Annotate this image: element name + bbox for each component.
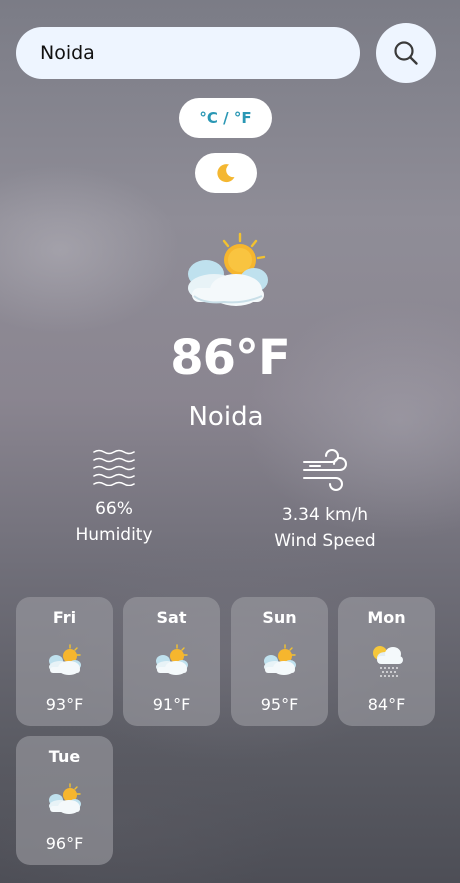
- humidity-label: Humidity: [75, 525, 153, 545]
- wind-value: 3.34 km/h: [281, 505, 369, 525]
- forecast-day: Mon: [367, 608, 406, 627]
- forecast-card-sat: Sat 91°F: [123, 597, 220, 726]
- city-search-input[interactable]: [16, 27, 360, 79]
- forecast-card-mon: Mon 84°F: [338, 597, 435, 726]
- humidity-stat: 66% Humidity: [44, 448, 184, 548]
- forecast-card-sun: Sun 95°F: [231, 597, 328, 726]
- search-bar: [16, 23, 436, 83]
- city-name: Noida: [188, 402, 264, 432]
- crescent-moon-icon: [217, 164, 235, 183]
- humidity-value: 66%: [95, 499, 133, 519]
- wind-label: Wind Speed: [274, 531, 376, 551]
- forecast-temp: 96°F: [45, 834, 84, 853]
- forecast-card-tue: Tue 96°F: [16, 736, 113, 865]
- sun-behind-cloud-icon: [156, 644, 188, 675]
- sun-behind-cloud-icon: [49, 644, 81, 675]
- forecast-temp: 95°F: [260, 695, 299, 714]
- search-icon: [394, 41, 418, 65]
- sun-behind-cloud-icon: [188, 232, 268, 306]
- current-temperature: 86°F: [170, 330, 291, 386]
- humidity-waves-icon: [93, 449, 135, 486]
- search-button[interactable]: [376, 23, 436, 83]
- wind-icon: [303, 449, 347, 491]
- wind-stat: 3.34 km/h Wind Speed: [250, 448, 400, 554]
- forecast-temp: 84°F: [367, 695, 406, 714]
- theme-toggle-button[interactable]: [195, 153, 257, 193]
- forecast-day: Sat: [156, 608, 187, 627]
- forecast-temp: 93°F: [45, 695, 84, 714]
- forecast-day: Sun: [262, 608, 297, 627]
- sun-behind-cloud-icon: [49, 783, 81, 814]
- forecast-day: Tue: [48, 747, 81, 766]
- unit-toggle-button[interactable]: °C / °F: [179, 98, 272, 138]
- forecast-day: Fri: [52, 608, 77, 627]
- forecast-temp: 91°F: [152, 695, 191, 714]
- sun-behind-cloud-icon: [264, 644, 296, 675]
- forecast-card-fri: Fri 93°F: [16, 597, 113, 726]
- sun-cloud-rain-icon: [373, 646, 403, 677]
